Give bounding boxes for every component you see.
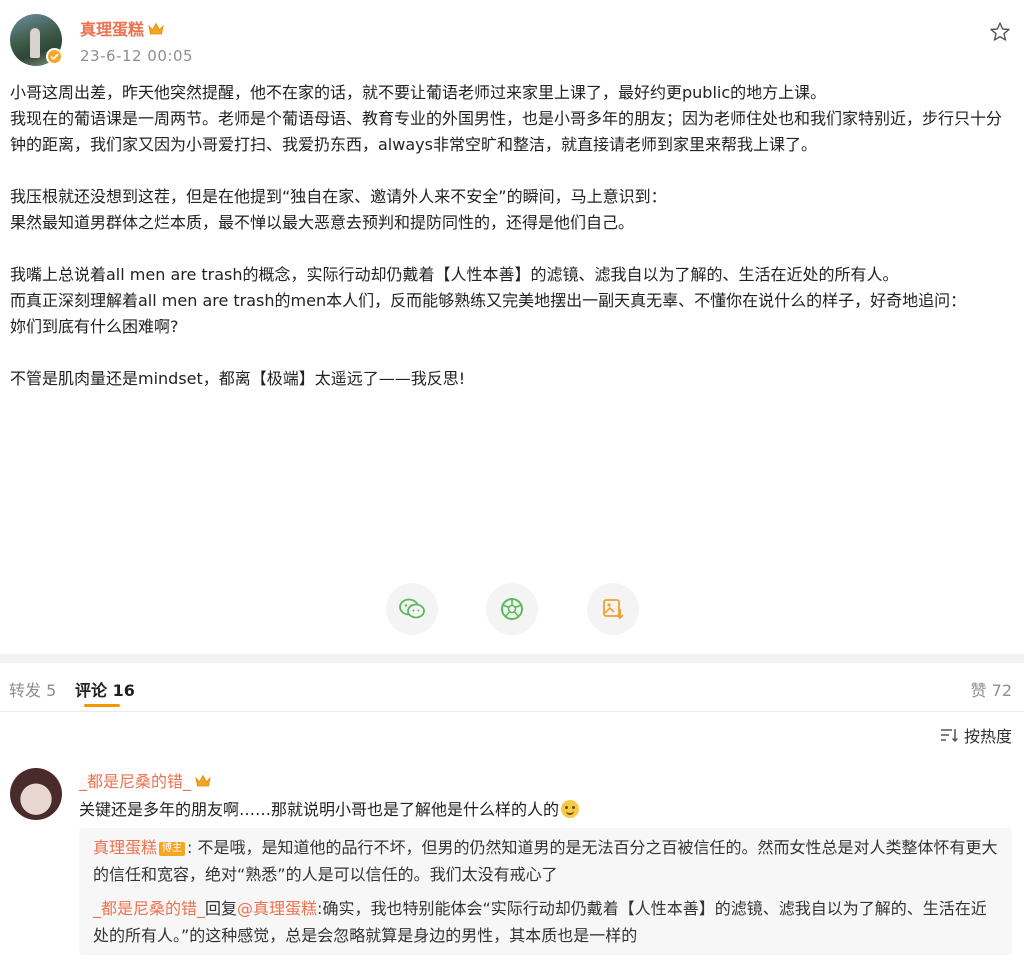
reply-text: : 不是哦，是知道他的品行不坏，但男的仍然知道男的是无法百分之百被信任的。然而女… <box>93 838 998 884</box>
sort-label[interactable]: 按热度 <box>964 723 1012 747</box>
post-timestamp: 23-6-12 00:05 <box>80 47 194 65</box>
share-moments-button[interactable] <box>486 583 538 635</box>
reply-thread[interactable]: 真理蛋糕 博主: 不是哦，是知道他的品行不坏，但男的仍然知道男的是无法百分之百被信… <box>79 828 1012 955</box>
upside-down-smile-emoji-icon <box>561 800 580 818</box>
moments-icon <box>501 598 523 620</box>
post-header: 真理蛋糕 23-6-12 00:05 <box>0 0 1024 80</box>
reply-author[interactable]: 真理蛋糕 <box>93 838 157 857</box>
share-row <box>0 583 1024 637</box>
comment-text-body: 关键还是多年的朋友啊……那就说明小哥也是了解他是什么样的人的 <box>79 800 560 819</box>
tab-likes[interactable]: 赞 72 <box>971 677 1012 701</box>
post-paragraph: 不管是肌肉量还是mindset，都离【极端】太遥远了——我反思! <box>10 369 466 388</box>
author-badge: 博主 <box>159 842 186 856</box>
commenter-name[interactable]: _都是尼桑的错_ <box>79 768 211 792</box>
comment-text: 关键还是多年的朋友啊……那就说明小哥也是了解他是什么样的人的 <box>79 796 580 820</box>
save-image-icon <box>603 599 624 620</box>
verified-badge-icon <box>46 48 63 65</box>
sort-button[interactable]: 按热度 <box>940 723 1012 747</box>
commenter-name-text[interactable]: _都是尼桑的错_ <box>79 772 191 791</box>
active-tab-indicator <box>84 704 120 707</box>
reply-word: 回复 <box>205 899 238 918</box>
crown-icon <box>195 773 211 792</box>
post-paragraph: 小哥这周出差，昨天他突然提醒，他不在家的话，就不要让葡语老师过来家里上课了，最好… <box>10 83 1003 154</box>
share-wechat-button[interactable] <box>386 583 438 635</box>
save-image-button[interactable] <box>587 583 639 635</box>
favorite-star-icon[interactable] <box>988 20 1012 44</box>
reply-item[interactable]: 真理蛋糕 博主: 不是哦，是知道他的品行不坏，但男的仍然知道男的是无法百分之百被信… <box>93 834 998 888</box>
tab-comments[interactable]: 评论 16 <box>75 677 135 701</box>
reply-author[interactable]: _都是尼桑的错_ <box>93 899 205 918</box>
crown-icon <box>148 21 164 40</box>
reply-mention[interactable]: @真理蛋糕 <box>237 899 317 918</box>
reply-item[interactable]: _都是尼桑的错_回复@真理蛋糕:确实，我也特别能体会“实际行动却仍戴着【人性本善… <box>93 895 998 949</box>
post-paragraph: 我嘴上总说着all men are trash的概念，实际行动却仍戴着【人性本善… <box>10 265 967 336</box>
post-body: 小哥这周出差，昨天他突然提醒，他不在家的话，就不要让葡语老师过来家里上课了，最好… <box>10 80 1015 392</box>
author-name[interactable]: 真理蛋糕 <box>80 16 164 40</box>
tab-reposts[interactable]: 转发 5 <box>9 677 56 701</box>
section-divider <box>0 654 1024 663</box>
wechat-icon <box>399 598 425 619</box>
commenter-avatar[interactable] <box>10 768 62 820</box>
author-name-text[interactable]: 真理蛋糕 <box>80 20 144 39</box>
interaction-tabs: 转发 5 评论 16 赞 72 <box>0 663 1024 712</box>
sort-icon <box>940 729 958 743</box>
post-paragraph: 我压根就还没想到这茬，但是在他提到“独自在家、邀请外人来不安全”的瞬间，马上意识… <box>10 187 667 232</box>
